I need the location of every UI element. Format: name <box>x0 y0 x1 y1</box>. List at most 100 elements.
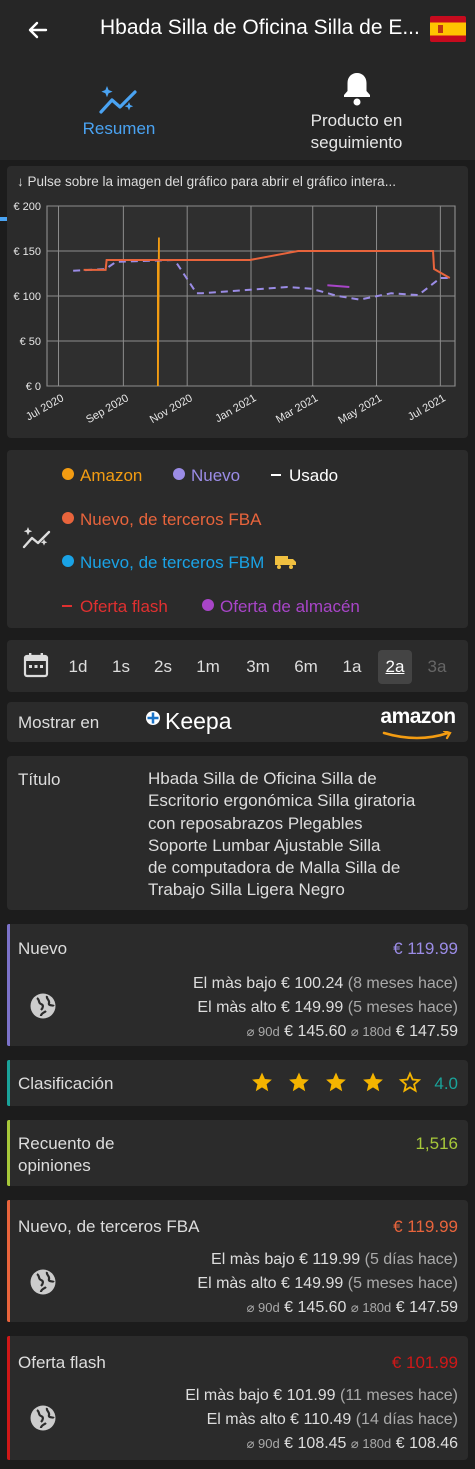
legend-label-fba: Nuevo, de terceros FBA <box>80 510 262 529</box>
y-tick-label: € 100 <box>13 291 41 303</box>
nuevo-lowest: El màs bajo € 100.24 (8 meses hace) <box>193 975 458 993</box>
nuevo-current-price: € 119.99 <box>393 939 458 958</box>
rating-label: Clasificación <box>18 1074 114 1093</box>
fba-highest: El màs alto € 149.99 (5 meses hace) <box>197 1275 458 1293</box>
legend-label-oferta-flash: Oferta flash <box>80 597 168 616</box>
legend-label-fbm: Nuevo, de terceros FBM <box>80 553 265 572</box>
lowest-when: (11 meses hace) <box>340 1387 458 1404</box>
price-card-nuevo[interactable]: Nuevo € 119.99 El màs bajo € 100.24 (8 m… <box>7 924 468 1046</box>
range-1m[interactable]: 1m <box>191 650 225 684</box>
star-outline-icon <box>398 1071 422 1093</box>
reviews-label: Recuento de opiniones <box>18 1133 114 1177</box>
legend-item-nuevo[interactable]: Nuevo <box>173 466 240 486</box>
amazon-dot-icon <box>62 468 74 480</box>
legend-label-nuevo: Nuevo <box>191 466 241 485</box>
flash-lowest: El màs bajo € 101.99 (11 meses hace) <box>185 1387 458 1405</box>
accent-bar <box>7 1336 10 1460</box>
range-6m[interactable]: 6m <box>289 650 323 684</box>
avg180-label: ⌀ 180d <box>350 1436 392 1451</box>
lowest-value: € 101.99 <box>273 1387 336 1404</box>
range-1a[interactable]: 1a <box>335 650 369 684</box>
legend-item-oferta-flash[interactable]: Oferta flash <box>62 597 168 617</box>
avg180-label: ⌀ 180d <box>350 1024 392 1039</box>
price-history-chart[interactable]: € 200 € 150 € 100 € 50 € 0Jul 2020 Sep 2020 No… <box>7 194 468 438</box>
y-tick-label: € 150 <box>13 246 41 258</box>
highest-value: € 110.49 <box>290 1411 352 1428</box>
legend-item-fba[interactable]: Nuevo, de terceros FBA <box>62 510 261 530</box>
legend-label-usado: Usado <box>289 466 339 485</box>
tab-producto-seguimiento[interactable]: Producto en seguimiento <box>238 62 475 160</box>
highest-when: (5 meses hace) <box>347 999 458 1016</box>
legend-item-amazon[interactable]: Amazon <box>62 466 142 486</box>
keepa-link[interactable]: Keepa <box>145 708 232 735</box>
lowest-label: El màs bajo <box>192 975 277 992</box>
calendar-icon[interactable] <box>23 652 49 683</box>
globe-icon <box>29 992 57 1020</box>
tab-resumen[interactable]: Resumen <box>0 62 238 160</box>
lowest-label: El màs bajo <box>185 1387 269 1404</box>
fba-dot-icon <box>62 512 74 524</box>
product-title-line: con reposabrazos Plegables <box>148 813 363 833</box>
highest-when: (5 meses hace) <box>347 1275 458 1292</box>
price-card-oferta-flash[interactable]: Oferta flash € 101.99 El màs bajo € 101.… <box>7 1336 468 1460</box>
range-1d[interactable]: 1d <box>61 650 95 684</box>
fba-averages: ⌀ 90d € 145.60 ⌀ 180d € 147.59 <box>247 1299 458 1317</box>
highest-label: El màs alto <box>197 999 277 1016</box>
app-bar: Hbada Silla de Oficina Silla de E... <box>0 0 475 62</box>
range-2s[interactable]: 2s <box>146 650 180 684</box>
highest-value: € 149.99 <box>281 999 344 1016</box>
es-flag-icon[interactable] <box>430 16 466 42</box>
star-filled-icon <box>252 1072 272 1092</box>
keepa-label: Keepa <box>165 708 232 734</box>
product-title-line: Hbada Silla de Oficina Silla de <box>148 769 377 788</box>
nuevo-label: Nuevo <box>18 939 68 958</box>
amazon-smile-icon <box>378 728 458 746</box>
avg180-value: € 147.59 <box>395 1023 458 1040</box>
lowest-when: (5 días hace) <box>364 1251 458 1268</box>
delivery-truck-icon <box>274 554 297 575</box>
range-2a[interactable]: 2a <box>378 650 412 684</box>
lowest-value: € 100.24 <box>281 975 344 992</box>
accent-bar <box>7 1120 10 1186</box>
avg180-value: € 108.46 <box>395 1435 458 1452</box>
highest-when: (14 días hace) <box>355 1411 458 1428</box>
flash-current-price: € 101.99 <box>391 1353 458 1372</box>
back-arrow-icon[interactable] <box>24 16 52 44</box>
amazon-link[interactable]: amazon <box>378 706 458 746</box>
x-tick-label: Sep 2020 <box>84 392 131 426</box>
almacen-dot-icon <box>202 599 214 611</box>
avg90-value: € 145.60 <box>284 1299 347 1316</box>
nuevo-dot-icon <box>173 468 185 480</box>
usado-dash-icon <box>271 474 281 476</box>
legend-item-oferta-almacen[interactable]: Oferta de almacén <box>202 597 360 617</box>
legend-item-usado[interactable]: Usado <box>271 466 338 486</box>
x-tick-label: Jul 2021 <box>406 392 448 423</box>
price-card-fba[interactable]: Nuevo, de terceros FBA € 119.99 El màs b… <box>7 1200 468 1322</box>
y-tick-label: € 0 <box>26 381 41 393</box>
reviews-count: 1,516 <box>415 1134 458 1153</box>
product-title-line: Escritorio ergonómica Silla giratoria <box>148 791 416 811</box>
avg90-label: ⌀ 90d <box>246 1436 280 1451</box>
legend-item-fbm[interactable]: Nuevo, de terceros FBM <box>62 553 297 575</box>
x-tick-label: May 2021 <box>336 392 384 427</box>
show-in-card: Mostrar en Keepa amazon <box>7 702 468 742</box>
keepa-logo-icon <box>145 710 161 731</box>
lowest-label: El màs bajo <box>211 1251 295 1268</box>
range-3m[interactable]: 3m <box>241 650 275 684</box>
title-card: Título Hbada Silla de Oficina Silla de E… <box>7 756 468 910</box>
rating-stars <box>251 1071 431 1100</box>
highest-label: El màs alto <box>197 1275 277 1292</box>
accent-bar <box>7 1060 10 1106</box>
price-chart-card[interactable]: ↓ Pulse sobre la imagen del gráfico para… <box>7 166 468 438</box>
rating-value: 4.0 <box>434 1074 458 1093</box>
range-3a: 3a <box>427 657 447 676</box>
range-1s[interactable]: 1s <box>104 650 138 684</box>
highest-label: El màs alto <box>206 1411 286 1428</box>
star-filled-icon <box>289 1072 309 1092</box>
show-in-label: Mostrar en <box>18 713 100 732</box>
x-tick-label: Jul 2020 <box>24 392 66 423</box>
accent-bar <box>7 924 10 1046</box>
fba-current-price: € 119.99 <box>393 1217 458 1236</box>
avg180-value: € 147.59 <box>395 1299 458 1316</box>
x-tick-label: Jan 2021 <box>213 392 258 425</box>
